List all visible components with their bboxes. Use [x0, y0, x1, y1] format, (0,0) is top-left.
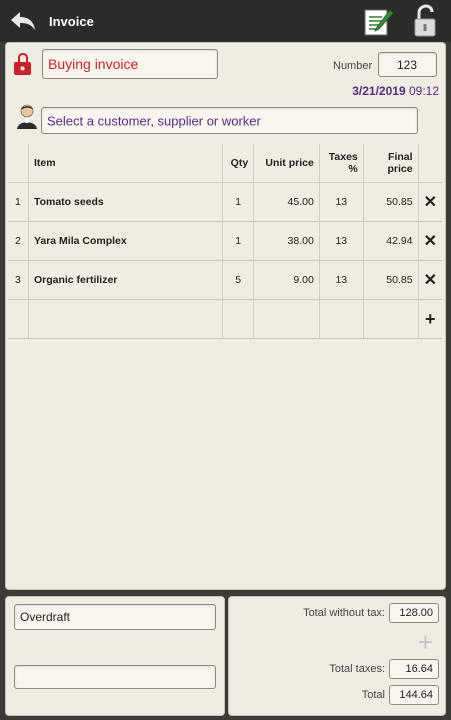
empty-cell	[8, 299, 29, 339]
total-label: Total	[361, 689, 385, 701]
table-row[interactable]: 1 Tomato seeds 1 45.00 13 50.85 ✕	[8, 182, 442, 222]
row-taxes[interactable]: 13	[319, 260, 364, 300]
table-row-empty[interactable]: +	[8, 299, 442, 339]
person-icon	[17, 104, 37, 129]
row-unit-price[interactable]: 38.00	[253, 221, 320, 261]
delete-row-icon[interactable]: ✕	[418, 221, 442, 261]
top-bar: Invoice	[0, 0, 451, 42]
total-taxes-value: 16.64	[405, 663, 433, 675]
row-index: 2	[8, 221, 29, 261]
row-index: 1	[8, 182, 29, 222]
invoice-time: 09:12	[408, 84, 439, 98]
number-label: Number	[333, 60, 373, 72]
invoice-type-icon	[14, 53, 31, 75]
header-actions	[418, 144, 442, 183]
table-header: Item Qty Unit price Taxes % Final price	[8, 144, 442, 183]
back-arrow-icon[interactable]	[8, 9, 38, 33]
row-unit-price[interactable]: 45.00	[253, 182, 320, 222]
header-index	[8, 144, 29, 183]
total-value: 144.64	[399, 689, 433, 701]
total-without-tax-value: 128.00	[399, 607, 433, 619]
row-final-price[interactable]: 42.94	[363, 221, 419, 261]
delete-row-icon[interactable]: ✕	[418, 260, 442, 300]
payment-panel: Overdraft	[5, 596, 225, 716]
row-final-price[interactable]: 50.85	[363, 260, 419, 300]
payment-note-field[interactable]	[14, 665, 216, 689]
invoice-type-value: Buying invoice	[48, 56, 139, 72]
row-qty[interactable]: 1	[222, 221, 255, 261]
header-final-price: Final price	[363, 144, 419, 183]
add-row-icon[interactable]: +	[418, 299, 442, 339]
row-unit-price[interactable]: 9.00	[253, 260, 320, 300]
empty-cell[interactable]	[319, 299, 364, 339]
row-item[interactable]: Tomato seeds	[28, 182, 224, 222]
customer-select[interactable]: Select a customer, supplier or worker	[41, 107, 418, 134]
totals-panel: Total without tax: 128.00 + Total taxes:…	[228, 596, 446, 716]
empty-cell[interactable]	[222, 299, 255, 339]
unlocked-padlock-icon[interactable]	[410, 4, 440, 38]
items-table: Item Qty Unit price Taxes % Final price …	[8, 144, 442, 339]
row-taxes[interactable]: 13	[319, 221, 364, 261]
invoice-date: 3/21/2019	[352, 84, 406, 98]
row-final-price[interactable]: 50.85	[363, 182, 419, 222]
total-taxes-label: Total taxes:	[329, 663, 385, 675]
row-item[interactable]: Yara Mila Complex	[28, 221, 224, 261]
row-item[interactable]: Organic fertilizer	[28, 260, 224, 300]
customer-placeholder: Select a customer, supplier or worker	[47, 113, 261, 128]
empty-cell[interactable]	[363, 299, 419, 339]
invoice-datetime[interactable]: 3/21/2019 09:12	[352, 84, 439, 98]
page-title: Invoice	[49, 14, 94, 29]
total-without-tax-field: 128.00	[389, 603, 439, 623]
invoice-number-field[interactable]: 123	[378, 52, 437, 77]
header-unit-price: Unit price	[253, 144, 320, 183]
empty-cell[interactable]	[253, 299, 320, 339]
row-taxes[interactable]: 13	[319, 182, 364, 222]
table-row[interactable]: 2 Yara Mila Complex 1 38.00 13 42.94 ✕	[8, 221, 442, 261]
payment-method-select[interactable]: Overdraft	[14, 604, 216, 630]
delete-row-icon[interactable]: ✕	[418, 182, 442, 222]
header-qty: Qty	[222, 144, 255, 183]
row-qty[interactable]: 5	[222, 260, 255, 300]
total-taxes-field: 16.64	[389, 659, 439, 679]
total-without-tax-label: Total without tax:	[303, 607, 385, 619]
payment-method-value: Overdraft	[20, 610, 71, 624]
invoice-number-value: 123	[397, 57, 418, 72]
invoice-type-select[interactable]: Buying invoice	[42, 49, 218, 79]
header-taxes: Taxes %	[319, 144, 364, 183]
notepad-icon[interactable]	[362, 6, 394, 38]
total-field: 144.64	[389, 685, 439, 705]
table-row[interactable]: 3 Organic fertilizer 5 9.00 13 50.85 ✕	[8, 260, 442, 300]
empty-cell[interactable]	[28, 299, 224, 339]
add-discount-icon[interactable]: +	[418, 627, 433, 658]
header-item: Item	[28, 144, 224, 183]
row-index: 3	[8, 260, 29, 300]
row-qty[interactable]: 1	[222, 182, 255, 222]
